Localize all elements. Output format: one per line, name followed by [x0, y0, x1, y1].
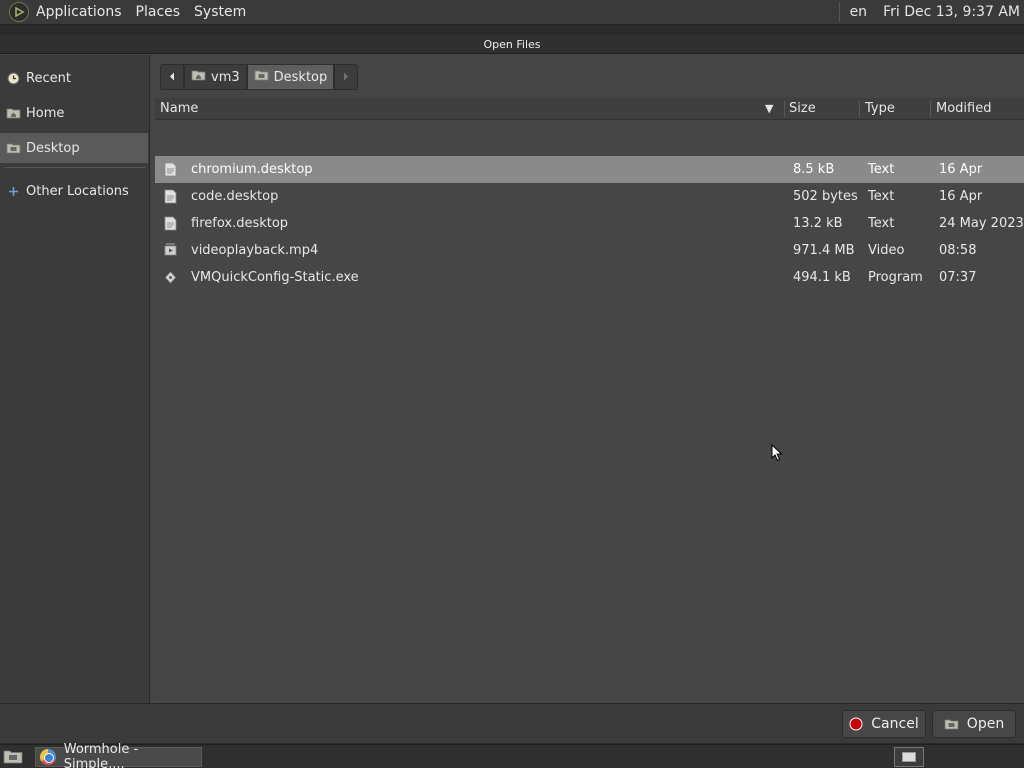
column-header-modified[interactable]: Modified: [936, 98, 991, 120]
clock-icon: [6, 72, 21, 84]
file-size: 13.2 kB: [793, 216, 843, 231]
file-type: Text: [868, 216, 895, 231]
workspace-switcher[interactable]: [894, 747, 924, 767]
path-forward-button[interactable]: [334, 64, 359, 90]
text-file-icon: [164, 216, 177, 231]
column-divider: [859, 101, 860, 117]
home-folder-icon: [191, 69, 206, 85]
applications-logo-icon[interactable]: [9, 2, 29, 22]
sidebar-item-other-locations[interactable]: Other Locations: [0, 176, 148, 206]
chromium-icon: [40, 749, 56, 765]
file-type: Text: [868, 189, 895, 204]
file-type: Video: [868, 243, 905, 258]
path-segment-label: vm3: [211, 69, 240, 85]
chevron-right-icon: [343, 70, 349, 85]
cancel-button[interactable]: Cancel: [842, 710, 926, 738]
workspace-window-icon: [902, 752, 916, 762]
panel-separator: [838, 2, 840, 22]
sidebar-item-label: Recent: [26, 70, 71, 86]
file-modified: 07:37: [939, 270, 977, 285]
path-back-button[interactable]: [160, 64, 184, 90]
file-name: VMQuickConfig-Static.exe: [191, 270, 359, 285]
top-panel: Applications Places System en Fri Dec 13…: [0, 0, 1024, 25]
sidebar-item-label: Desktop: [26, 140, 80, 156]
open-folder-icon: [944, 718, 959, 730]
open-button[interactable]: Open: [932, 710, 1016, 738]
file-size: 8.5 kB: [793, 162, 835, 177]
file-name: videoplayback.mp4: [191, 243, 319, 258]
file-size: 502 bytes: [793, 189, 858, 204]
column-header-type[interactable]: Type: [865, 98, 895, 120]
keyboard-language-indicator[interactable]: en: [850, 4, 868, 20]
open-label: Open: [966, 716, 1005, 732]
table-row[interactable]: VMQuickConfig-Static.exe 494.1 kB Progra…: [155, 264, 1024, 291]
table-row[interactable]: firefox.desktop 13.2 kB Text 24 May 2023: [155, 210, 1024, 237]
file-name: firefox.desktop: [191, 216, 289, 231]
dialog-titlebar[interactable]: Open Files: [0, 35, 1024, 54]
plus-icon: [6, 185, 21, 197]
taskbar-window-button[interactable]: Wormhole - Simple,...: [35, 742, 202, 768]
top-panel-indicators: en Fri Dec 13, 9:37 AM: [838, 0, 1024, 24]
bottom-taskbar: Wormhole - Simple,...: [0, 742, 1024, 768]
file-modified: 08:58: [939, 243, 977, 258]
places-sidebar: Recent Home Desktop Other Locations: [0, 55, 150, 703]
show-desktop-icon[interactable]: [2, 748, 24, 765]
cancel-icon: [849, 717, 863, 731]
column-divider: [784, 101, 785, 117]
file-size: 494.1 kB: [793, 270, 851, 285]
sidebar-separator: [4, 167, 146, 168]
file-list: Name ▼ Size Type Modified chromium.deskt…: [155, 98, 1024, 703]
home-folder-icon: [6, 107, 21, 119]
path-segment-desktop[interactable]: Desktop: [246, 64, 335, 90]
program-file-icon: [164, 270, 177, 285]
path-bar: vm3 Desktop: [160, 64, 359, 90]
text-file-icon: [164, 162, 177, 177]
video-file-icon: [164, 243, 177, 258]
column-header-name[interactable]: Name: [160, 98, 198, 120]
clock[interactable]: Fri Dec 13, 9:37 AM: [883, 4, 1020, 20]
sidebar-item-recent[interactable]: Recent: [0, 63, 148, 93]
path-segment-vm3[interactable]: vm3: [184, 64, 247, 90]
text-file-icon: [164, 189, 177, 204]
top-menu: Applications Places System: [29, 0, 253, 24]
menu-system[interactable]: System: [187, 0, 253, 25]
table-row[interactable]: code.desktop 502 bytes Text 16 Apr: [155, 183, 1024, 210]
file-type: Program: [868, 270, 923, 285]
column-header-size[interactable]: Size: [789, 98, 816, 120]
desktop-folder-icon: [6, 142, 21, 154]
file-modified: 16 Apr: [939, 189, 983, 204]
table-row[interactable]: videoplayback.mp4 971.4 MB Video 08:58: [155, 237, 1024, 264]
mouse-cursor-icon: [771, 443, 783, 466]
menu-places[interactable]: Places: [129, 0, 188, 25]
file-modified: 24 May 2023: [939, 216, 1024, 231]
table-row[interactable]: chromium.desktop 8.5 kB Text 16 Apr: [155, 156, 1024, 183]
sidebar-item-label: Home: [26, 105, 65, 121]
cancel-label: Cancel: [871, 716, 919, 732]
open-files-dialog: Open Files Recent Home Desktop Other Loc…: [0, 35, 1024, 743]
dialog-action-bar: Cancel Open: [0, 703, 1024, 743]
sidebar-item-label: Other Locations: [26, 183, 129, 199]
sort-descending-icon[interactable]: ▼: [765, 98, 773, 120]
dialog-title: Open Files: [483, 37, 541, 51]
path-segment-label: Desktop: [273, 69, 328, 85]
file-type: Text: [868, 162, 895, 177]
sidebar-item-home[interactable]: Home: [0, 98, 148, 128]
desktop-folder-icon: [254, 69, 269, 85]
file-list-header: Name ▼ Size Type Modified: [155, 98, 1024, 120]
taskbar-window-label: Wormhole - Simple,...: [63, 742, 139, 768]
file-name: code.desktop: [191, 189, 279, 204]
file-name: chromium.desktop: [191, 162, 313, 177]
menu-applications[interactable]: Applications: [29, 0, 129, 25]
file-size: 971.4 MB: [793, 243, 855, 258]
column-divider: [930, 101, 931, 117]
file-modified: 16 Apr: [939, 162, 983, 177]
chevron-left-icon: [169, 70, 175, 85]
sidebar-item-desktop[interactable]: Desktop: [0, 133, 148, 163]
